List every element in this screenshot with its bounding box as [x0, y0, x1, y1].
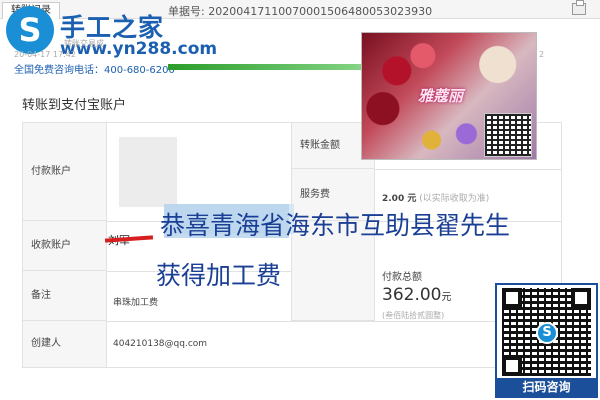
creator-value: 404210138@qq.com: [113, 339, 208, 349]
product-qr-icon: [484, 113, 532, 157]
memo-label: 备注: [23, 271, 107, 321]
overlay-line-1: 恭喜青海省海东市互助县翟先生: [160, 211, 511, 240]
total-amount-in-words: (叁佰陆拾贰圆整): [382, 311, 445, 320]
faint-text-left: 转账交易成: [64, 39, 104, 48]
qr-caption: 扫码咨询: [497, 378, 596, 396]
qr-code-icon: S: [502, 288, 591, 376]
payee-label: 收款账户: [23, 221, 107, 271]
payer-label: 付款账户: [23, 123, 107, 221]
row-divider: [375, 169, 561, 170]
faint-text-right: 2: [539, 50, 545, 59]
brand-hotline: 全国免费咨询电话：400-680-6200: [14, 65, 175, 76]
receipt-number: 单据号: 20200417110070001506480053023930: [168, 5, 433, 18]
creator-label: 创建人: [23, 321, 107, 367]
faint-date: 20-04-17 17:42: [14, 50, 76, 59]
qr-finder-icon: [502, 288, 522, 308]
section-title: 转账到支付宝账户: [22, 98, 127, 113]
product-brand-label: 雅蔻丽: [418, 87, 464, 105]
row-divider: [107, 321, 561, 322]
payer-account-masked: [119, 137, 177, 207]
qr-finder-icon: [502, 356, 522, 376]
qr-finder-icon: [571, 288, 591, 308]
qr-consult-box[interactable]: S 扫码咨询: [495, 283, 598, 398]
service-fee-note: (以实际收取为准): [419, 194, 490, 204]
service-fee-amount: 2.00 元: [382, 194, 417, 204]
product-photo: 雅蔻丽: [361, 32, 537, 160]
qr-logo-icon: S: [536, 322, 558, 344]
overlay-line-2: 获得加工费: [156, 261, 282, 290]
brand-logo-letter: S: [18, 11, 42, 49]
print-icon[interactable]: [572, 0, 586, 15]
service-fee-value: 2.00 元 (以实际收取为准): [382, 191, 489, 204]
